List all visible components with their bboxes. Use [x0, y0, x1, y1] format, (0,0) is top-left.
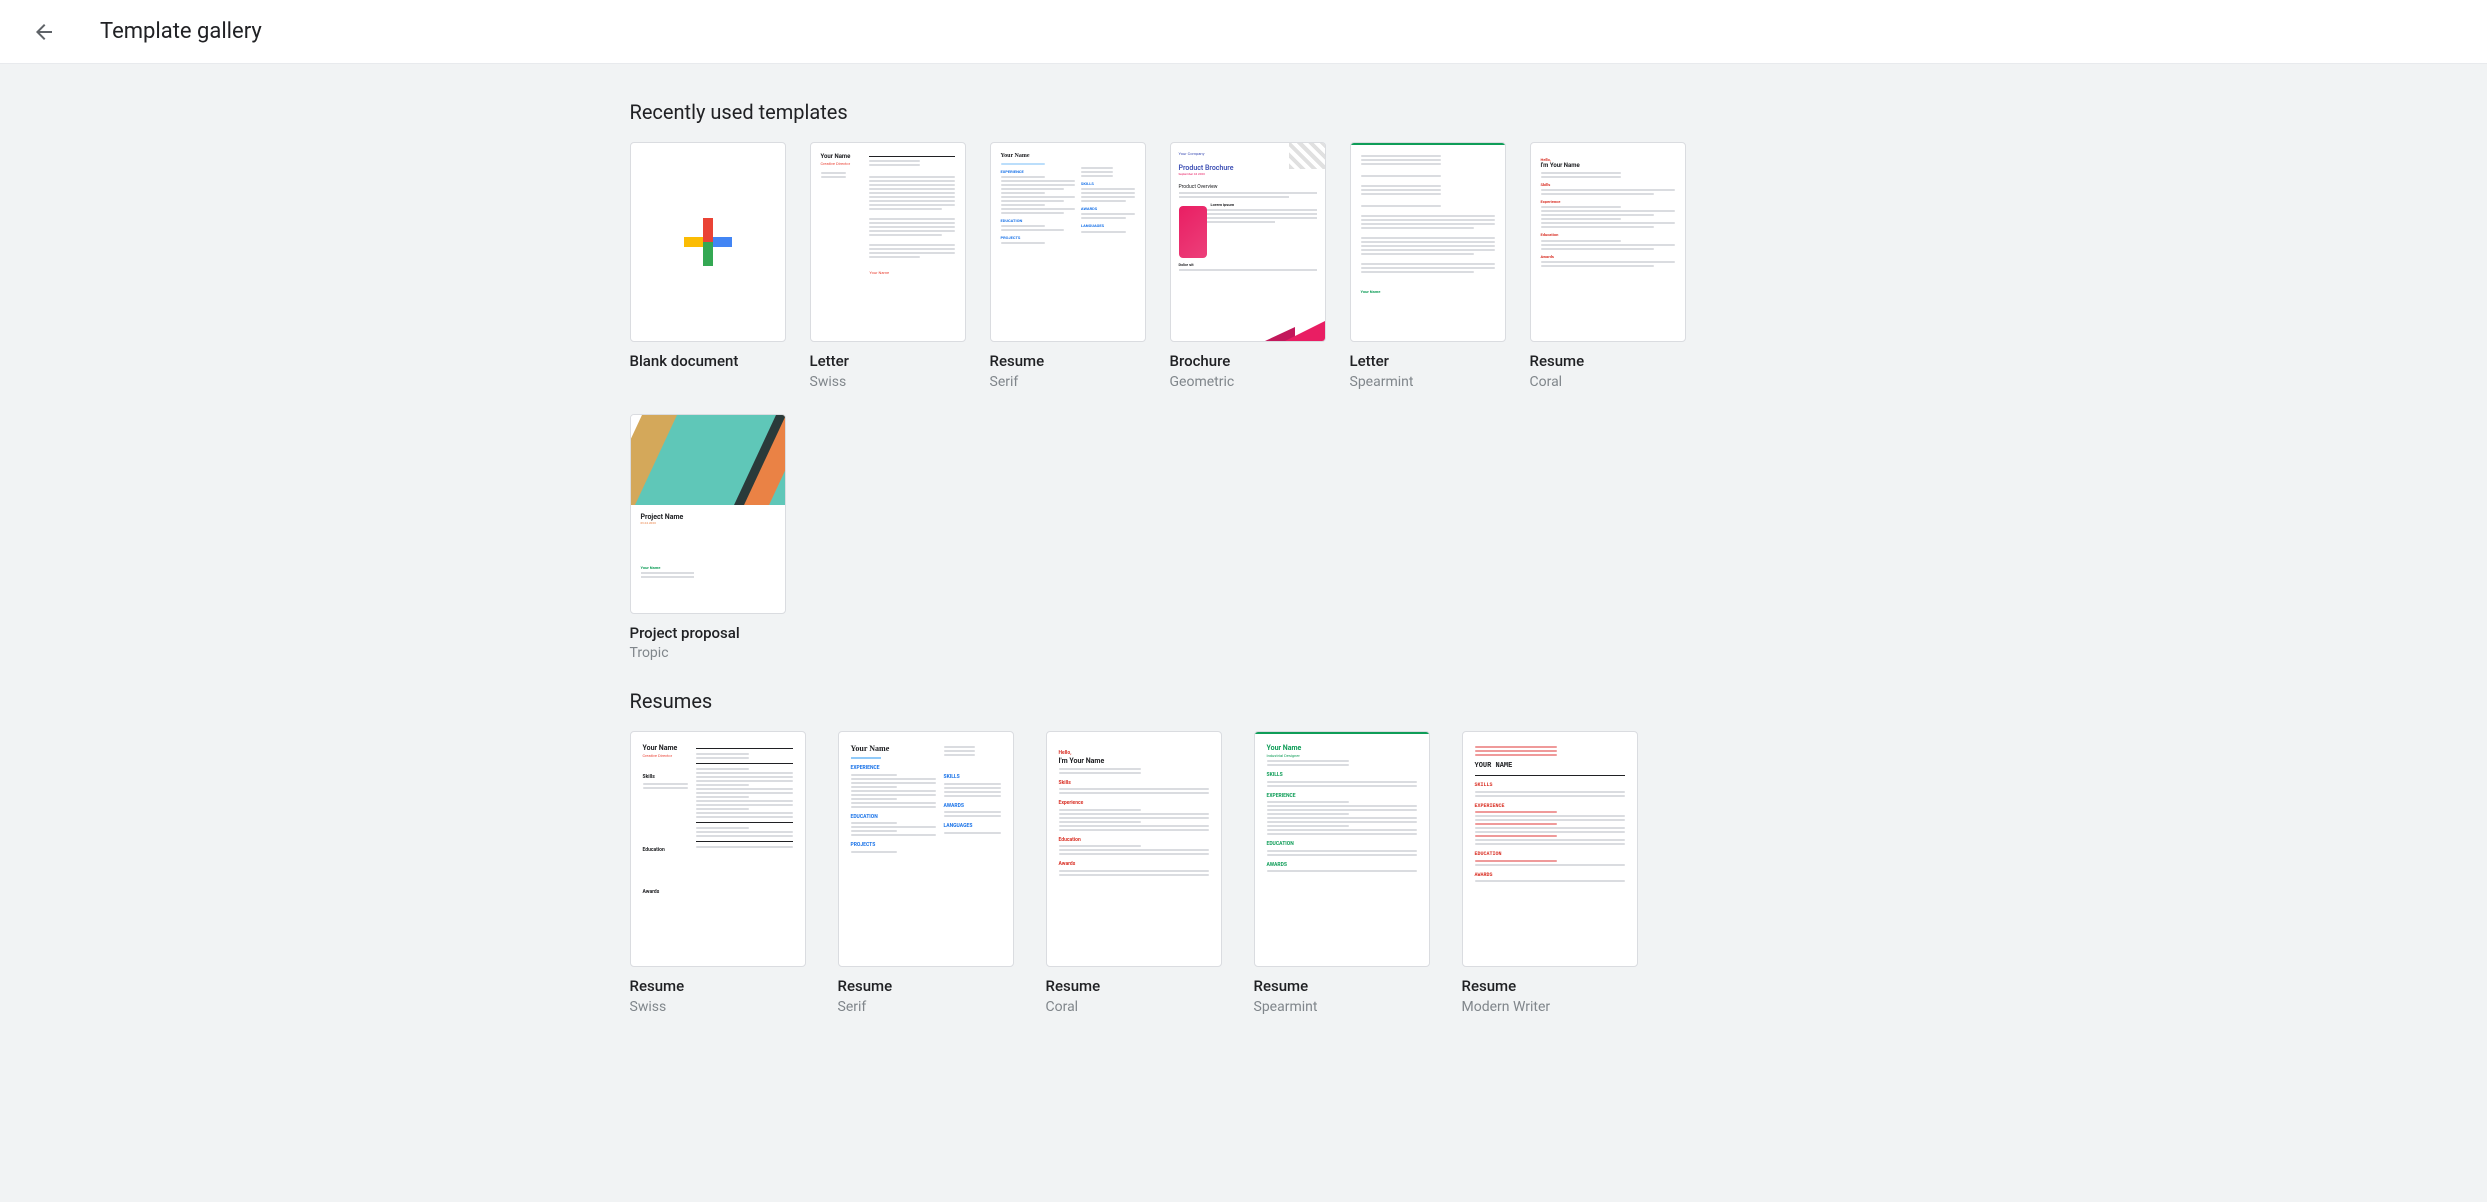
content: Recently used templates Blank document Y… [614, 64, 1874, 1039]
template-resume-serif-2[interactable]: Your Name EXPERIENCE EDUCATION PROJECTS [838, 731, 1014, 1015]
card-subtitle: Geometric [1170, 374, 1326, 390]
thumb-resume-serif-2: Your Name EXPERIENCE EDUCATION PROJECTS [838, 731, 1014, 967]
card-title: Project proposal [630, 624, 786, 644]
template-letter-spearmint[interactable]: Your Name Letter Spearmint [1350, 142, 1506, 390]
card-title: Letter [810, 352, 966, 372]
template-resume-spearmint-2[interactable]: Your Name Industrial Designer SKILLS EXP… [1254, 731, 1430, 1015]
thumb-letter-swiss: Your Name Creative Director [810, 142, 966, 342]
template-resume-coral-2[interactable]: Hello, I'm Your Name Skills Experience E… [1046, 731, 1222, 1015]
card-title: Brochure [1170, 352, 1326, 372]
card-title: Letter [1350, 352, 1506, 372]
card-subtitle: Serif [990, 374, 1146, 390]
card-title: Resume [1046, 977, 1222, 997]
card-subtitle: Coral [1530, 374, 1686, 390]
template-resume-serif[interactable]: Your Name EXPERIENCE EDUCATION PROJECTS [990, 142, 1146, 390]
header-bar: Template gallery [0, 0, 2487, 64]
card-subtitle: Swiss [810, 374, 966, 390]
page-title: Template gallery [100, 19, 262, 44]
template-resume-swiss-2[interactable]: Your Name Creative Director Skills Educa… [630, 731, 806, 1015]
thumb-resume-coral: Hello, I'm Your Name Skills Experience E… [1530, 142, 1686, 342]
recent-row: Blank document Your Name Creative Direct… [630, 142, 1858, 661]
card-subtitle: Swiss [630, 999, 806, 1015]
template-blank-document[interactable]: Blank document [630, 142, 786, 390]
template-resume-coral[interactable]: Hello, I'm Your Name Skills Experience E… [1530, 142, 1686, 390]
card-subtitle: Coral [1046, 999, 1222, 1015]
thumb-resume-serif: Your Name EXPERIENCE EDUCATION PROJECTS [990, 142, 1146, 342]
resumes-row: Your Name Creative Director Skills Educa… [630, 731, 1858, 1015]
template-brochure-geometric[interactable]: Your Company Product Brochure September … [1170, 142, 1326, 390]
card-title: Resume [1254, 977, 1430, 997]
template-letter-swiss[interactable]: Your Name Creative Director [810, 142, 966, 390]
thumb-resume-modern-writer: YOUR NAME SKILLS EXPERIENCE EDUCATION AW… [1462, 731, 1638, 967]
template-proposal-tropic[interactable]: Project Name 09.04.20XX Your Name Projec… [630, 414, 786, 662]
card-subtitle: Serif [838, 999, 1014, 1015]
card-subtitle: Modern Writer [1462, 999, 1638, 1015]
template-resume-modern-writer[interactable]: YOUR NAME SKILLS EXPERIENCE EDUCATION AW… [1462, 731, 1638, 1015]
thumb-letter-spearmint: Your Name [1350, 142, 1506, 342]
card-title: Resume [1462, 977, 1638, 997]
arrow-left-icon [32, 20, 56, 44]
card-subtitle: Spearmint [1350, 374, 1506, 390]
card-title: Resume [630, 977, 806, 997]
thumb-brochure: Your Company Product Brochure September … [1170, 142, 1326, 342]
thumb-blank [630, 142, 786, 342]
card-title: Resume [838, 977, 1014, 997]
plus-icon [684, 218, 732, 266]
thumb-resume-coral-2: Hello, I'm Your Name Skills Experience E… [1046, 731, 1222, 967]
thumb-proposal-tropic: Project Name 09.04.20XX Your Name [630, 414, 786, 614]
section-title-recent: Recently used templates [630, 100, 1858, 124]
thumb-resume-spearmint-2: Your Name Industrial Designer SKILLS EXP… [1254, 731, 1430, 967]
section-title-resumes: Resumes [630, 689, 1858, 713]
card-subtitle: Spearmint [1254, 999, 1430, 1015]
card-title: Resume [990, 352, 1146, 372]
card-title: Blank document [630, 352, 786, 372]
back-button[interactable] [24, 12, 64, 52]
card-subtitle: Tropic [630, 645, 786, 661]
thumb-resume-swiss: Your Name Creative Director Skills Educa… [630, 731, 806, 967]
card-title: Resume [1530, 352, 1686, 372]
